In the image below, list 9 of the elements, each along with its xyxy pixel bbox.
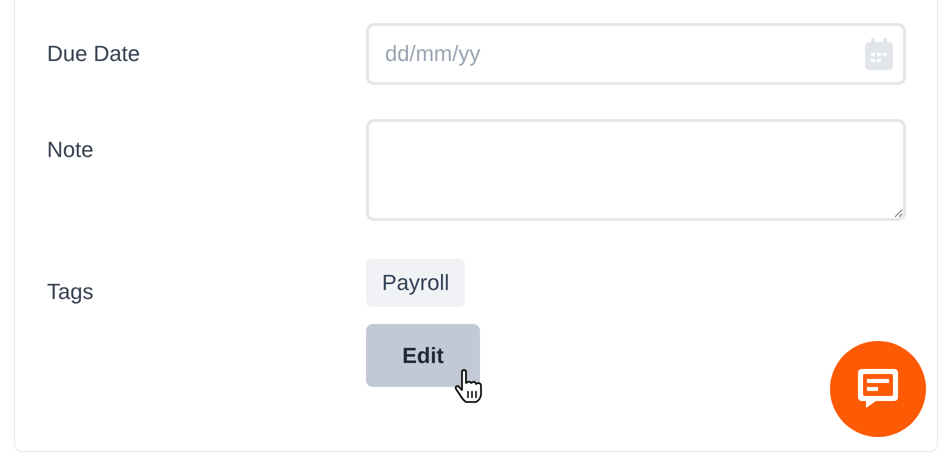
note-field[interactable] bbox=[366, 119, 906, 221]
field-label: Tags bbox=[47, 279, 94, 305]
field-label: Due Date bbox=[47, 41, 140, 67]
field-label: Note bbox=[47, 137, 94, 163]
calendar-icon[interactable] bbox=[864, 37, 894, 71]
edit-button[interactable]: Edit bbox=[366, 324, 480, 387]
hand-cursor-icon bbox=[454, 369, 484, 403]
tag-chip: Payroll bbox=[366, 259, 466, 307]
date-field[interactable]: dd/mm/yy bbox=[366, 23, 906, 85]
